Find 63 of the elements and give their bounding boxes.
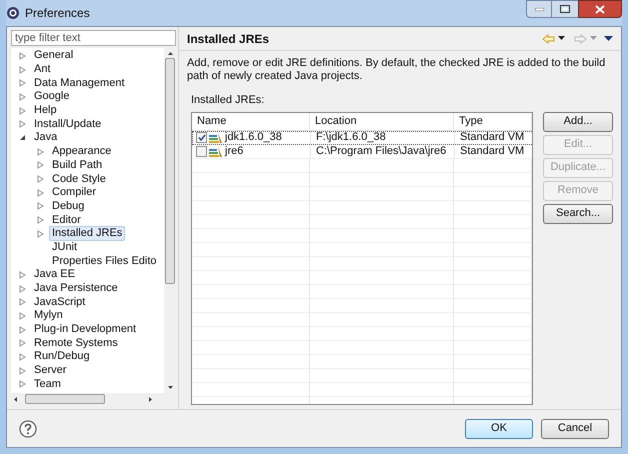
- tree-item[interactable]: Help: [31, 103, 60, 118]
- maximize-icon: [560, 5, 570, 13]
- close-button[interactable]: [578, 0, 622, 18]
- tree-item[interactable]: Plug-in Development: [31, 322, 140, 338]
- window-title: Preferences: [25, 5, 90, 22]
- tree-item[interactable]: Java: [31, 130, 60, 146]
- table-row[interactable]: jdk1.6.0_38 F:\jdk1.6.0_38 Standard VM: [192, 130, 532, 144]
- vertical-scrollbar[interactable]: [164, 48, 176, 393]
- checkbox[interactable]: [196, 146, 207, 157]
- tree-item[interactable]: Mylyn: [31, 308, 66, 324]
- jre-location: C:\Program Files\Java\jre6: [311, 146, 455, 158]
- tree-item[interactable]: Editor: [49, 212, 84, 228]
- side-button[interactable]: Search...: [543, 204, 613, 224]
- side-button[interactable]: Add...: [543, 112, 613, 132]
- column-header[interactable]: Type: [454, 112, 532, 130]
- tree-item[interactable]: Run/Debug: [31, 349, 93, 364]
- help-icon[interactable]: [19, 420, 37, 438]
- minimize-icon: [534, 8, 544, 10]
- tree-item[interactable]: Compiler: [49, 185, 100, 200]
- jre-type: Standard VM: [459, 132, 526, 144]
- tree-item[interactable]: Installed JREs: [49, 226, 126, 242]
- check-icon: [198, 134, 206, 141]
- tree-item[interactable]: Remote Systems: [31, 336, 121, 351]
- minimize-button[interactable]: [526, 0, 552, 18]
- expanded-arrow-icon[interactable]: [19, 134, 26, 142]
- filter-field[interactable]: type filter text: [11, 30, 176, 46]
- tree-item[interactable]: Java Persistence: [31, 281, 121, 296]
- view-menu-icon[interactable]: [604, 36, 613, 42]
- tree-item[interactable]: Code Style: [49, 172, 109, 187]
- tree-item[interactable]: JUnit: [49, 240, 80, 255]
- jre-name: jdk1.6.0_38: [225, 130, 282, 146]
- tree-item[interactable]: Server: [31, 363, 70, 378]
- tree-item[interactable]: JavaScript: [31, 294, 88, 310]
- maximize-button[interactable]: [552, 0, 578, 18]
- tree-item[interactable]: Build Path: [49, 158, 106, 173]
- table-row[interactable]: jre6 C:\Program Files\Java\jre6 Standard VM: [192, 144, 532, 158]
- library-icon: [209, 132, 223, 142]
- checkbox[interactable]: [196, 132, 207, 143]
- app-icon: [6, 6, 20, 20]
- tree-item[interactable]: Install/Update: [31, 116, 104, 132]
- tree-item[interactable]: Team: [31, 376, 64, 392]
- jre-location: F:\jdk1.6.0_38: [311, 132, 455, 144]
- page-title: Installed JREs: [187, 30, 270, 48]
- jre-name: jre6: [225, 144, 244, 160]
- tree-item[interactable]: Data Management: [31, 76, 128, 91]
- tree-item[interactable]: Debug: [49, 198, 88, 214]
- tree-item[interactable]: Java EE: [31, 267, 78, 282]
- tree-item[interactable]: Ant: [31, 62, 54, 78]
- tree-item[interactable]: Appearance: [49, 144, 114, 160]
- tree-item[interactable]: Properties Files Edito: [49, 254, 160, 269]
- tree-item[interactable]: General: [31, 48, 76, 64]
- column-header[interactable]: Name: [192, 112, 310, 130]
- dialog-button[interactable]: OK: [465, 418, 533, 438]
- library-icon: [209, 146, 223, 156]
- column-header[interactable]: Location: [310, 112, 454, 130]
- dialog-button[interactable]: Cancel: [541, 418, 609, 438]
- list-label: Installed JREs:: [191, 93, 266, 108]
- forward-arrow-icon[interactable]: [574, 34, 587, 44]
- close-icon: [595, 4, 605, 14]
- tree-item[interactable]: Google: [31, 89, 72, 104]
- jre-type: Standard VM: [459, 146, 526, 158]
- dropdown-icon[interactable]: [558, 36, 565, 41]
- description-text: Add, remove or edit JRE definitions. By default, the checked JRE is added to the build path of newly created Java projects.: [187, 57, 606, 83]
